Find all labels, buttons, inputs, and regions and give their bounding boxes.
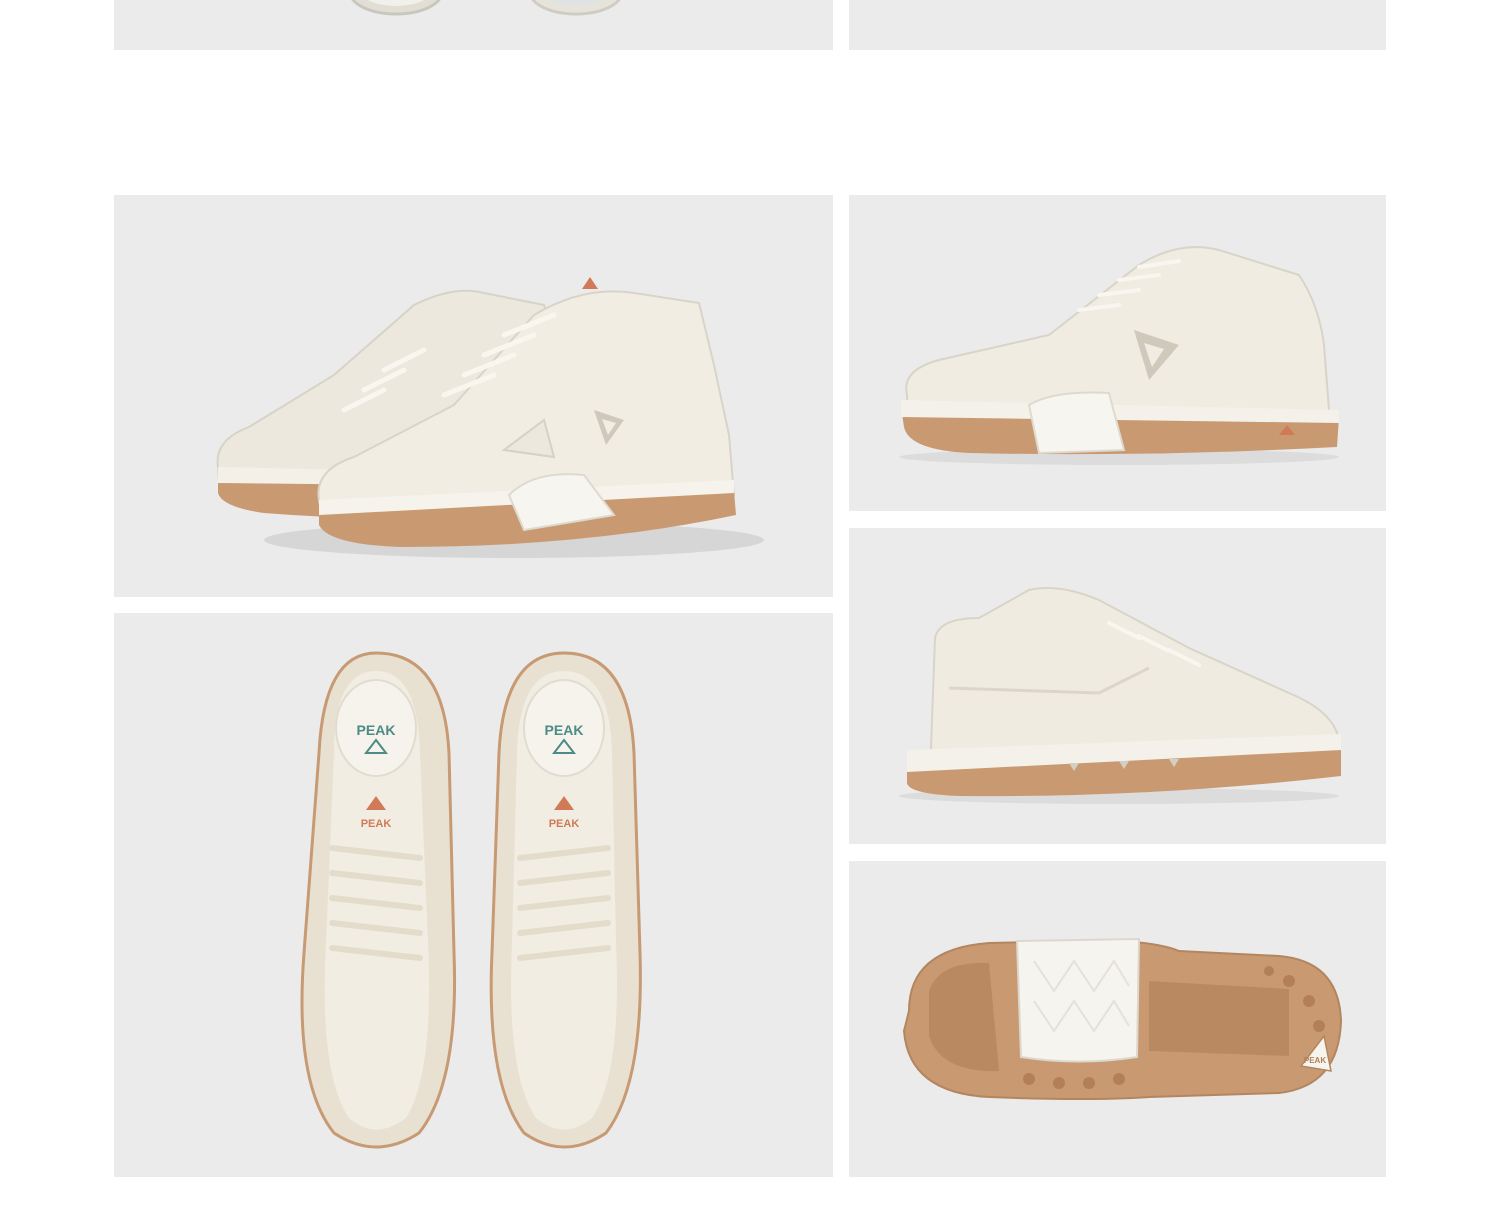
right-shoe-top: PEAK PEAK (489, 651, 642, 1149)
sneaker-side-lateral-illustration (899, 587, 1341, 804)
tongue-logo-left: PEAK (361, 818, 392, 830)
photo-sneaker-side-lateral (849, 528, 1386, 844)
photo-sneaker-pair-angle (114, 195, 833, 597)
cropped-product-photo (351, 0, 621, 16)
sneaker-pair-illustration (216, 277, 764, 558)
outsole-logo: PEAK (1304, 1056, 1326, 1065)
photo-panel-cropped-right (849, 0, 1386, 50)
photo-sneaker-pair-top: PEAK PEAK PEAK PEAK (114, 613, 833, 1177)
photo-panel-cropped-left (114, 0, 833, 50)
sneaker-top-view-illustration: PEAK PEAK PEAK PEAK (300, 651, 642, 1149)
tongue-logo-right: PEAK (549, 818, 580, 830)
insole-logo-right: PEAK (545, 722, 584, 738)
left-shoe-top: PEAK PEAK (300, 651, 457, 1149)
sneaker-outsole-illustration: PEAK (902, 937, 1343, 1100)
insole-logo-left: PEAK (357, 722, 396, 738)
photo-sneaker-outsole: PEAK (849, 861, 1386, 1177)
photo-sneaker-side-medial (849, 195, 1386, 511)
sneaker-side-medial-illustration (899, 246, 1339, 465)
